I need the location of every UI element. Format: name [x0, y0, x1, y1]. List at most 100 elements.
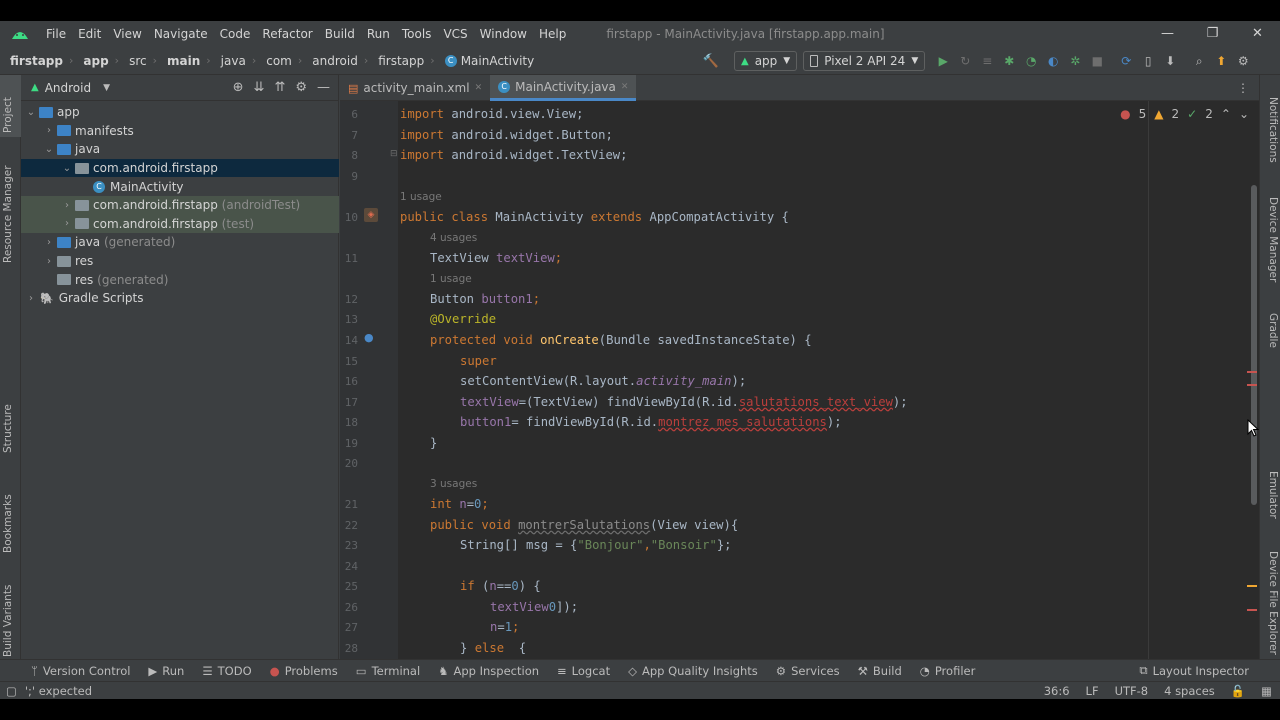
tree-item-package-test[interactable]: › com.android.firstapp (test): [21, 214, 339, 234]
tree-item-package-androidtest[interactable]: › com.android.firstapp (androidTest): [21, 196, 339, 215]
menu-vcs[interactable]: VCS: [437, 21, 473, 47]
update-icon[interactable]: ⬆: [1213, 53, 1229, 69]
code-line-26[interactable]: textView0]);: [490, 600, 578, 614]
tree-item-res-generated[interactable]: res (generated): [21, 270, 339, 289]
tree-item-manifests[interactable]: › manifests: [21, 122, 339, 141]
menu-navigate[interactable]: Navigate: [148, 21, 214, 47]
error-stripe-mark[interactable]: [1247, 384, 1257, 386]
breadcrumb-firstapp[interactable]: firstapp: [0, 54, 63, 68]
code-line-22[interactable]: public void montrerSalutations(View view…: [430, 518, 738, 532]
breadcrumb-src[interactable]: src: [119, 54, 147, 68]
code-line-25[interactable]: if (n==0) {: [460, 579, 541, 593]
code-line-12[interactable]: Button button1;: [430, 292, 540, 306]
code-line-14[interactable]: protected void onCreate(Bundle savedInst…: [430, 333, 812, 347]
run-config-dropdown[interactable]: ▲ app ▼: [734, 51, 798, 71]
stripe-project[interactable]: Project: [2, 97, 14, 133]
device-dropdown[interactable]: Pixel 2 API 24 ▼: [803, 51, 926, 71]
status-message[interactable]: ';' expected: [25, 684, 92, 698]
error-stripe-mark[interactable]: [1247, 609, 1257, 611]
chevron-down-icon[interactable]: ⌄: [1239, 107, 1249, 121]
fold-icon[interactable]: ⊟: [390, 149, 398, 159]
usage-hint[interactable]: 3 usages: [430, 478, 477, 490]
tab-activity-main-xml[interactable]: ▤ activity_main.xml ✕: [340, 75, 490, 101]
tool-profiler[interactable]: ◔ Profiler: [911, 664, 985, 678]
device-manager-icon[interactable]: ▯: [1140, 53, 1156, 69]
memory-icon[interactable]: ▦: [1253, 684, 1280, 698]
menu-edit[interactable]: Edit: [72, 21, 107, 47]
tool-terminal[interactable]: ▭ Terminal: [347, 664, 429, 678]
tree-item-res[interactable]: › res: [21, 252, 339, 271]
code-line-23[interactable]: String[] msg = {"Bonjour","Bonsoir"};: [460, 538, 732, 552]
usage-hint[interactable]: 1 usage: [400, 191, 442, 203]
minimize-icon[interactable]: —: [1145, 21, 1190, 47]
tree-item-java-generated[interactable]: › java (generated): [21, 233, 339, 252]
menu-build[interactable]: Build: [319, 21, 361, 47]
settings-icon[interactable]: ⚙: [1235, 53, 1251, 69]
file-encoding[interactable]: UTF-8: [1107, 684, 1157, 698]
breadcrumb-app[interactable]: app: [73, 54, 108, 68]
breadcrumb-firstapp-pkg[interactable]: firstapp: [368, 54, 424, 68]
stripe-build-variants[interactable]: Build Variants: [2, 585, 14, 657]
stripe-emulator[interactable]: Emulator: [1267, 471, 1279, 519]
search-icon[interactable]: ⌕: [1191, 53, 1207, 69]
code-line-8[interactable]: import android.widget.TextView;: [400, 148, 627, 162]
menu-refactor[interactable]: Refactor: [256, 21, 318, 47]
tool-layout-inspector[interactable]: ⧉ Layout Inspector: [1130, 663, 1258, 678]
tool-todo[interactable]: ☰ TODO: [193, 664, 260, 678]
menu-code[interactable]: Code: [214, 21, 257, 47]
close-icon[interactable]: ✕: [1235, 21, 1280, 47]
override-marker-icon[interactable]: ●: [364, 331, 374, 344]
tool-services[interactable]: ⚙ Services: [767, 664, 849, 678]
tool-version-control[interactable]: ᛘ Version Control: [22, 664, 139, 678]
implemented-icon[interactable]: ◈: [364, 208, 378, 222]
apply-changes-icon[interactable]: ↻: [957, 53, 973, 69]
project-view-selector[interactable]: Android: [45, 81, 91, 95]
locate-icon[interactable]: ⊕: [233, 80, 244, 95]
caret-position[interactable]: 36:6: [1036, 684, 1078, 698]
tab-mainactivity-java[interactable]: C MainActivity.java ✕: [490, 75, 637, 101]
menu-run[interactable]: Run: [361, 21, 396, 47]
inspection-widget[interactable]: ● 5 ▲ 2 ✓ 2 ⌃ ⌄: [1120, 107, 1249, 121]
stripe-structure[interactable]: Structure: [2, 404, 14, 453]
code-line-18[interactable]: button1= findViewById(R.id.montrez_mes_s…: [460, 415, 842, 429]
tool-run[interactable]: ▶ Run: [139, 664, 193, 678]
tool-logcat[interactable]: ≡ Logcat: [548, 664, 619, 678]
breadcrumb-main[interactable]: main: [157, 54, 200, 68]
stripe-resource-manager[interactable]: Resource Manager: [2, 165, 14, 263]
stripe-notifications[interactable]: Notifications: [1267, 97, 1279, 163]
code-line-13[interactable]: @Override: [430, 312, 496, 326]
hammer-icon[interactable]: 🔨: [703, 53, 719, 69]
tool-build[interactable]: ⚒ Build: [849, 664, 911, 678]
tree-item-gradle-scripts[interactable]: › 🐘 Gradle Scripts: [21, 289, 339, 308]
breadcrumb-android[interactable]: android: [302, 54, 358, 68]
code-line-17[interactable]: textView=(TextView) findViewById(R.id.sa…: [460, 395, 908, 409]
stripe-device-manager[interactable]: Device Manager: [1267, 197, 1279, 282]
code-line-10[interactable]: public class MainActivity extends AppCom…: [400, 210, 789, 224]
attach-debugger-icon[interactable]: ◐: [1045, 53, 1061, 69]
collapse-all-icon[interactable]: ⇈: [274, 80, 285, 95]
close-icon[interactable]: ✕: [621, 82, 629, 92]
breadcrumb-java[interactable]: java: [211, 54, 246, 68]
indent-setting[interactable]: 4 spaces: [1156, 684, 1223, 698]
code-line-7[interactable]: import android.widget.Button;: [400, 128, 613, 142]
restore-icon[interactable]: ❐: [1190, 21, 1235, 47]
vertical-scrollbar[interactable]: [1251, 185, 1257, 505]
usage-hint[interactable]: 1 usage: [430, 273, 472, 285]
line-separator[interactable]: LF: [1078, 684, 1107, 698]
run-icon[interactable]: ▶: [935, 53, 951, 69]
error-stripe-mark[interactable]: [1247, 371, 1257, 373]
hide-icon[interactable]: —: [317, 80, 330, 95]
code-line-15[interactable]: super: [460, 354, 497, 368]
debug-icon[interactable]: ✱: [1001, 53, 1017, 69]
usage-hint[interactable]: 4 usages: [430, 232, 477, 244]
menu-help[interactable]: Help: [533, 21, 572, 47]
menu-view[interactable]: View: [107, 21, 147, 47]
menu-window[interactable]: Window: [474, 21, 533, 47]
gear-icon[interactable]: ⚙: [295, 80, 307, 95]
coverage-icon[interactable]: ✲: [1067, 53, 1083, 69]
stripe-bookmarks[interactable]: Bookmarks: [2, 494, 14, 553]
toggle-panels-icon[interactable]: ▢: [6, 684, 17, 698]
sdk-manager-icon[interactable]: ⬇: [1162, 53, 1178, 69]
lock-icon[interactable]: 🔓: [1223, 684, 1253, 698]
tool-app-quality-insights[interactable]: ◇ App Quality Insights: [619, 664, 767, 678]
